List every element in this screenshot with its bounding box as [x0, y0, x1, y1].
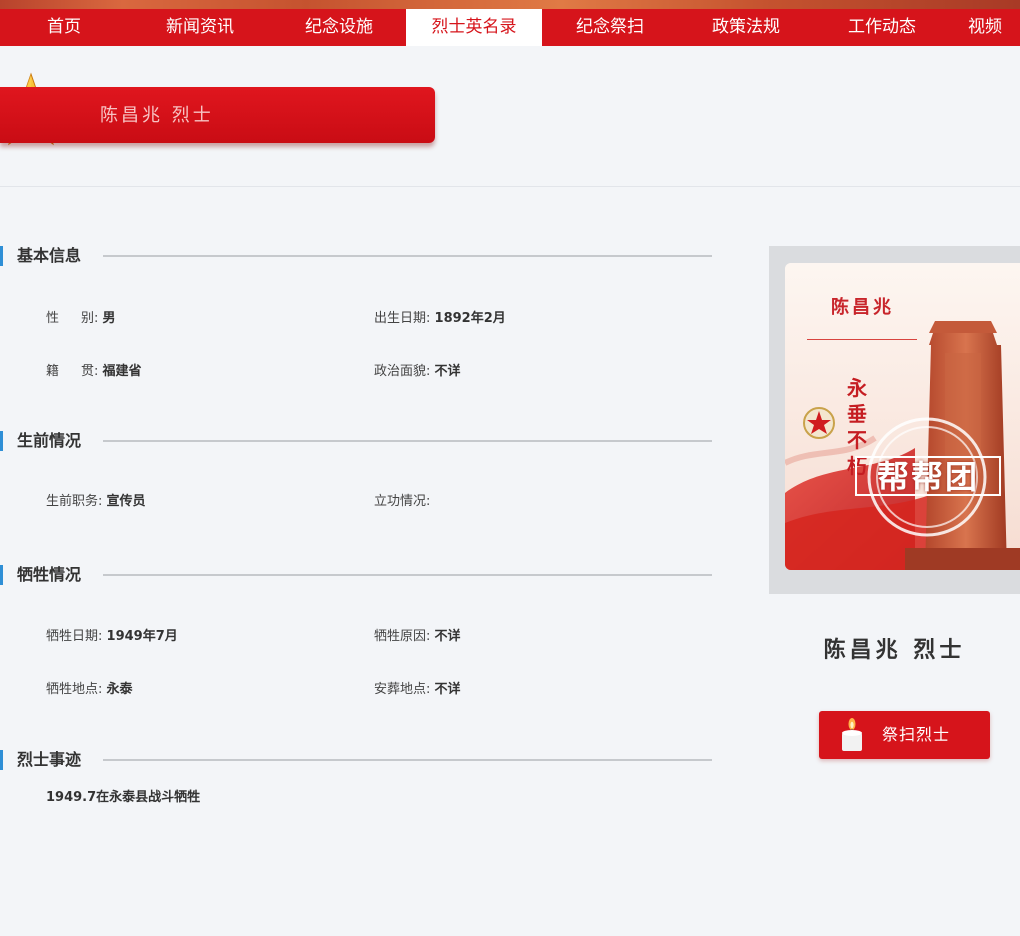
memorial-artwork	[785, 263, 1020, 570]
section-marker	[0, 246, 3, 266]
field-label: 立功情况	[374, 494, 427, 509]
field-value: 永泰	[106, 682, 133, 697]
tribute-button[interactable]: 祭扫烈士	[819, 711, 990, 759]
section-marker	[0, 750, 3, 770]
section-rule	[103, 255, 712, 257]
field-label: 牺牲地点	[46, 682, 99, 697]
field-death-reason: 牺牲原因: 不详	[374, 629, 461, 644]
field-value: 1949年7月	[106, 629, 178, 644]
field-label: 牺牲日期	[46, 629, 99, 644]
field-position: 生前职务: 宣传员	[46, 494, 146, 509]
section-rule	[103, 759, 712, 761]
field-label: 牺牲原因	[374, 629, 427, 644]
section-marker	[0, 565, 3, 585]
portrait-name: 陈昌兆	[831, 297, 894, 318]
nav-item-5[interactable]: 政策法规	[678, 9, 814, 46]
field-burial-place: 安葬地点: 不详	[374, 682, 461, 697]
section-deeds: 烈士事迹	[0, 747, 712, 773]
field-origin: 籍贯: 福建省	[46, 362, 142, 382]
field-value: 不详	[434, 682, 461, 697]
field-value: 宣传员	[106, 494, 146, 509]
field-label: 安葬地点	[374, 682, 427, 697]
nav-item-4[interactable]: 纪念祭扫	[542, 9, 678, 46]
section-sacrifice-info: 牺牲情况	[0, 562, 712, 588]
section-life-info: 生前情况	[0, 428, 712, 454]
field-label: 生前职务	[46, 494, 99, 509]
field-death-place: 牺牲地点: 永泰	[46, 682, 133, 697]
field-death-date: 牺牲日期: 1949年7月	[46, 629, 178, 644]
field-gender: 性别: 男	[46, 309, 116, 329]
section-title: 生前情况	[17, 431, 82, 450]
top-decor-strip	[0, 0, 1020, 9]
header-divider	[0, 186, 1020, 187]
section-basic-info: 基本信息	[0, 243, 712, 269]
field-label: 性别	[46, 311, 94, 326]
main-nav: 首页 新闻资讯 纪念设施 烈士英名录 纪念祭扫 政策法规 工作动态 视频	[0, 9, 1020, 46]
banner-title: 陈昌兆 烈士	[100, 105, 214, 126]
section-rule	[103, 574, 712, 576]
section-title: 基本信息	[17, 246, 82, 265]
field-birth-date: 出生日期: 1892年2月	[374, 311, 506, 326]
field-value: 1892年2月	[434, 311, 506, 326]
field-value: 不详	[434, 364, 461, 379]
field-label: 政治面貌	[374, 364, 427, 379]
field-political-status: 政治面貌: 不详	[374, 364, 461, 379]
portrait-image: 陈昌兆 永垂不朽 帮帮团	[785, 263, 1020, 570]
portrait-rule	[807, 339, 917, 340]
title-banner: 陈昌兆 烈士	[0, 87, 435, 143]
section-title: 烈士事迹	[17, 750, 82, 769]
nav-item-0[interactable]: 首页	[0, 9, 128, 46]
tribute-button-label: 祭扫烈士	[882, 725, 951, 744]
hero-name: 陈昌兆 烈士	[823, 638, 966, 663]
nav-item-1[interactable]: 新闻资讯	[128, 9, 272, 46]
field-label: 出生日期	[374, 311, 427, 326]
watermark-stamp: 帮帮团	[855, 456, 1001, 496]
field-value: 不详	[434, 629, 461, 644]
field-value: 男	[102, 311, 116, 326]
field-label: 籍贯	[46, 364, 94, 379]
nav-item-2[interactable]: 纪念设施	[272, 9, 406, 46]
nav-item-6[interactable]: 工作动态	[814, 9, 950, 46]
deeds-text: 1949.7在永泰县战斗牺牲	[46, 790, 201, 805]
nav-item-7[interactable]: 视频	[950, 9, 1020, 46]
field-merit: 立功情况:	[374, 494, 431, 509]
section-title: 牺牲情况	[17, 565, 82, 584]
section-rule	[103, 440, 712, 442]
section-marker	[0, 431, 3, 451]
field-value: 福建省	[102, 364, 142, 379]
candle-icon	[842, 718, 862, 751]
nav-item-3[interactable]: 烈士英名录	[406, 9, 542, 46]
